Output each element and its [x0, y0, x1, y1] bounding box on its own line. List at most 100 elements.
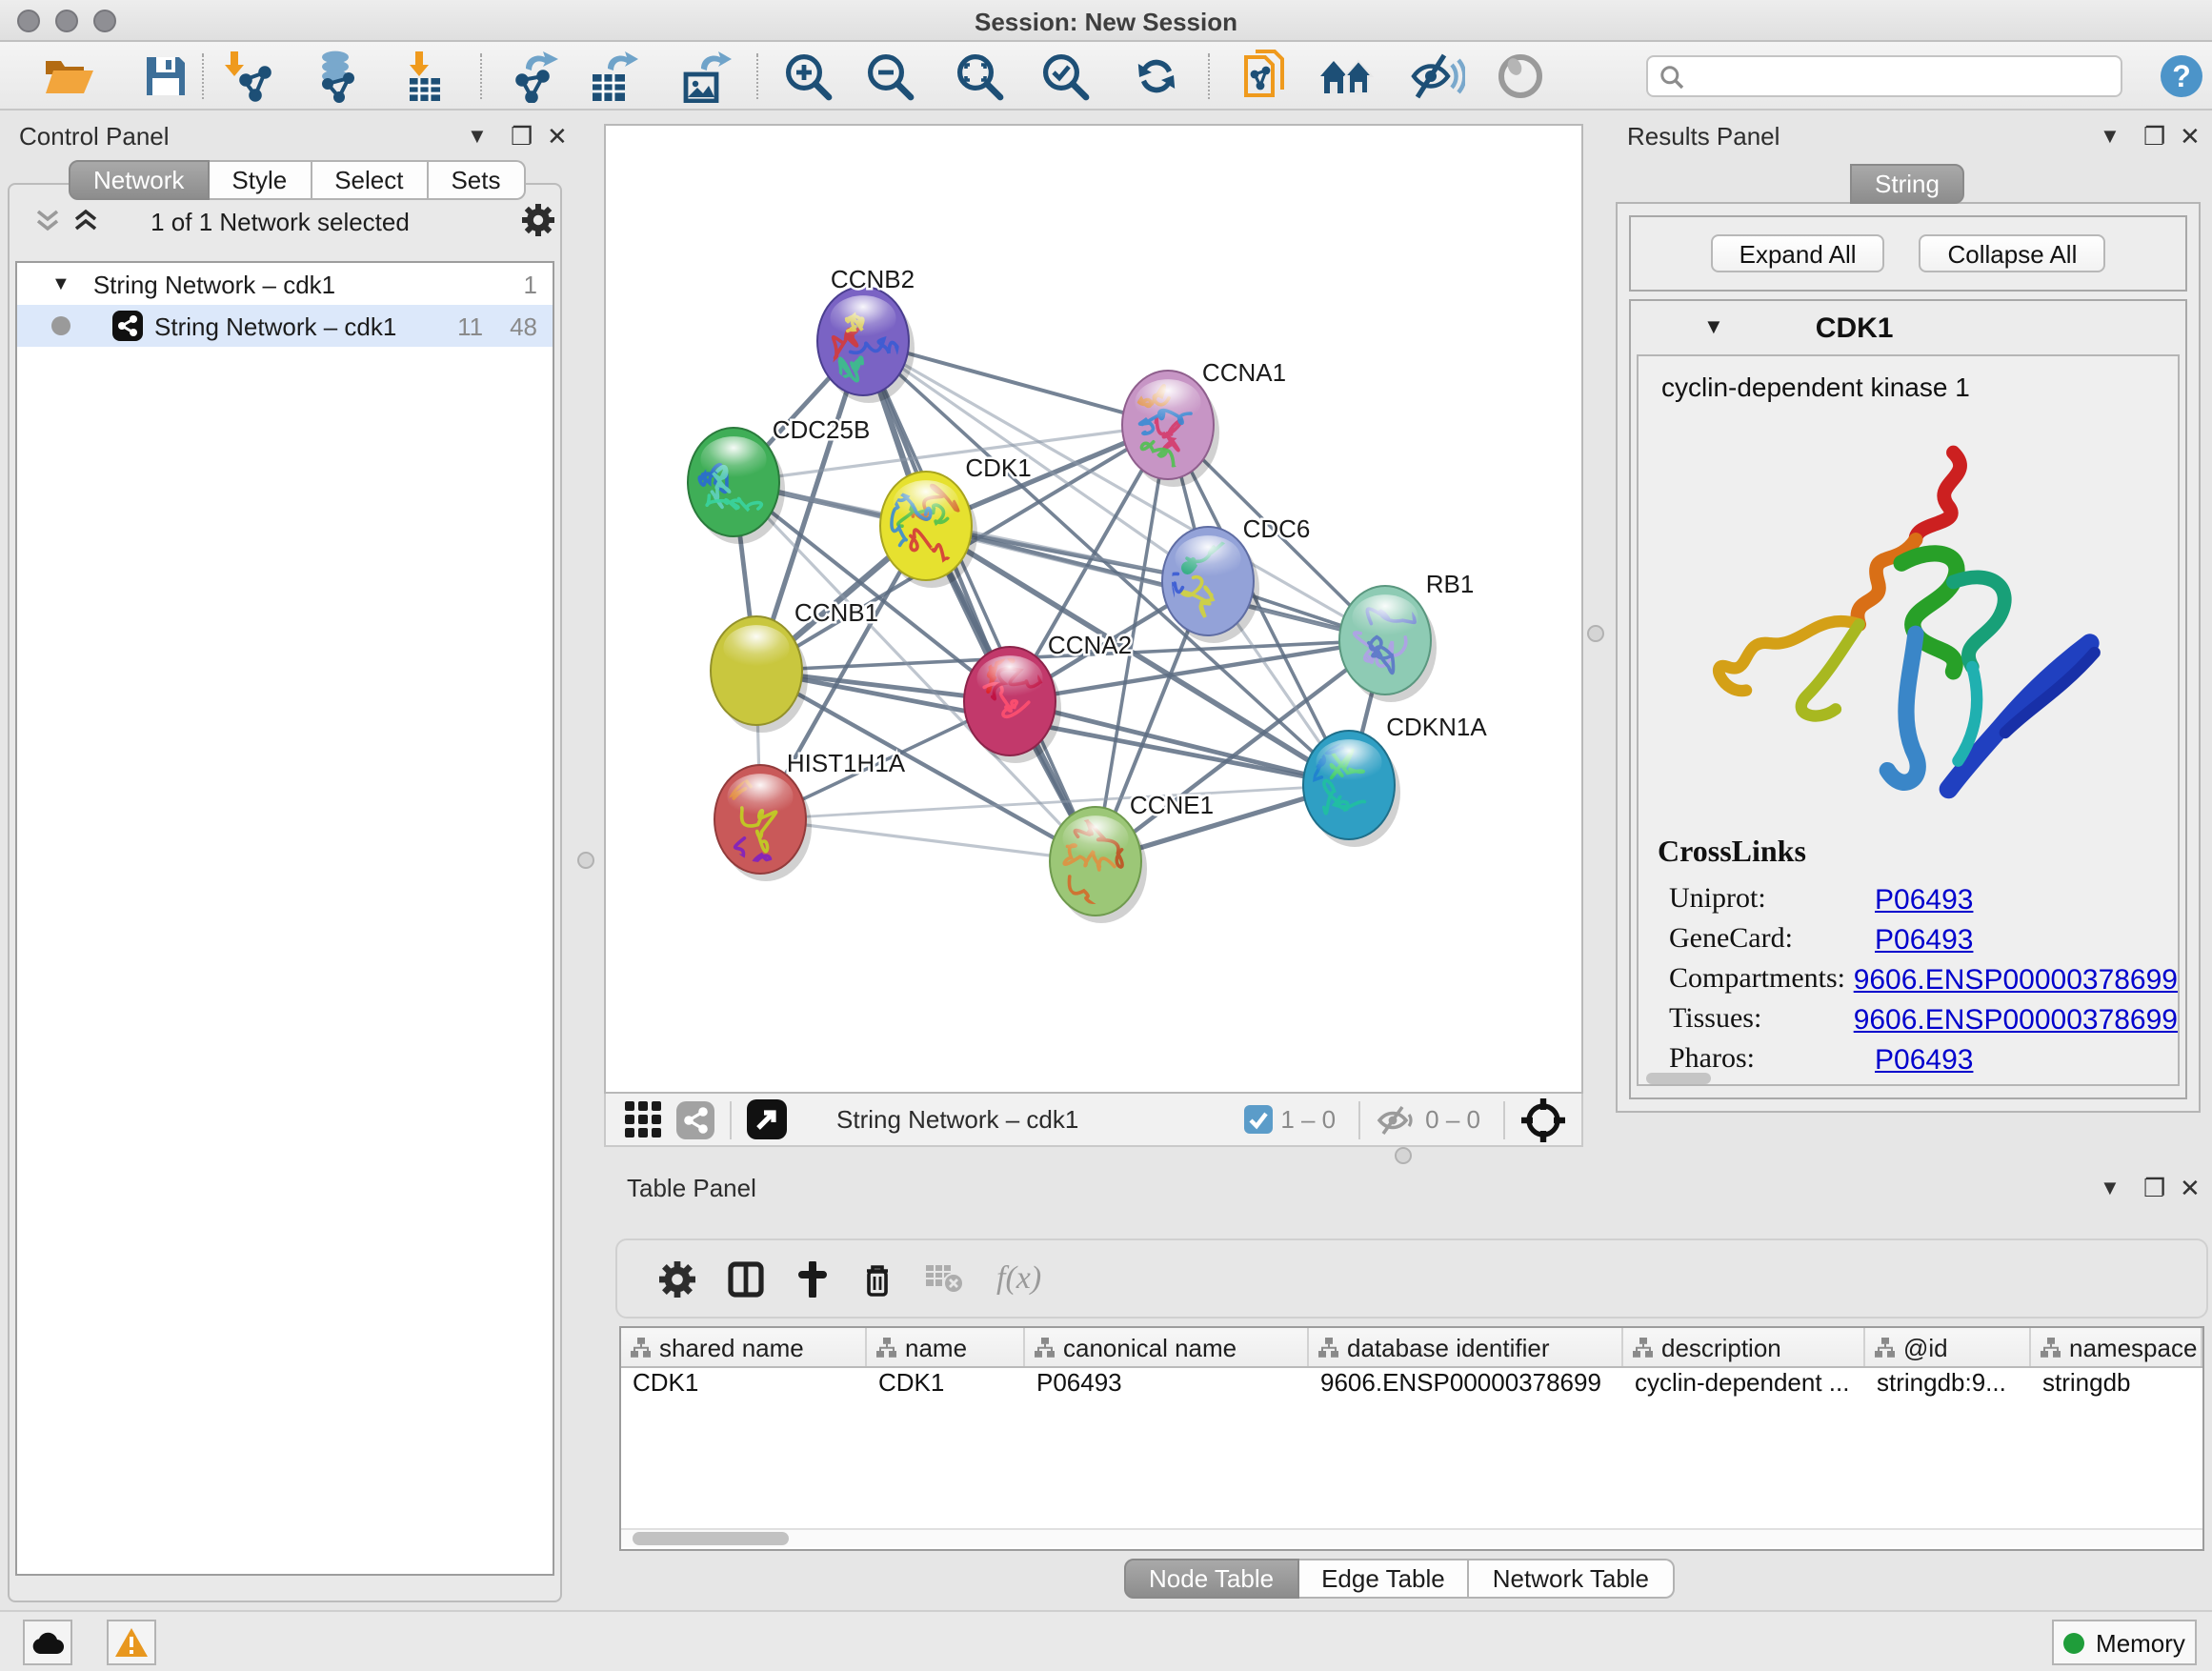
export-image-button[interactable]: [673, 48, 737, 105]
table-hscrollbar-thumb[interactable]: [633, 1532, 789, 1545]
column-header[interactable]: name: [867, 1328, 1025, 1366]
column-header[interactable]: description: [1623, 1328, 1865, 1366]
panel-float-icon[interactable]: ❐: [511, 122, 533, 152]
zoom-out-button[interactable]: [857, 48, 922, 105]
panel-close-icon[interactable]: ✕: [2180, 1174, 2201, 1204]
panel-menu-arrow-icon[interactable]: ▼: [2100, 126, 2121, 149]
node-table[interactable]: shared namenamecanonical namedatabase id…: [619, 1326, 2204, 1551]
hide-glass-effect-button[interactable]: [1404, 48, 1469, 105]
network-node[interactable]: [880, 472, 977, 588]
birdseye-grid-icon[interactable]: [625, 1101, 661, 1137]
node-label: CCNB1: [794, 598, 878, 627]
bottom-splitter-handle[interactable]: [1395, 1147, 1412, 1164]
crosslink-pharos-link[interactable]: P06493: [1875, 1044, 1973, 1077]
table-row[interactable]: CDK1CDK1P064939606.ENSP00000378699cyclin…: [621, 1368, 2202, 1408]
expand-all-button[interactable]: Expand All: [1711, 234, 1885, 272]
presentation-mode-button[interactable]: [1488, 48, 1553, 105]
crosslink-compartments-link[interactable]: 9606.ENSP00000378699: [1854, 964, 2178, 997]
panel-menu-arrow-icon[interactable]: ▼: [2100, 1178, 2121, 1200]
network-node[interactable]: [711, 765, 812, 881]
tab-style[interactable]: Style: [209, 160, 312, 200]
entry-hscrollbar-thumb[interactable]: [1646, 1073, 1711, 1084]
column-header[interactable]: database identifier: [1309, 1328, 1623, 1366]
tab-select[interactable]: Select: [312, 160, 428, 200]
search-input[interactable]: [1692, 61, 2109, 91]
show-columns-icon[interactable]: [728, 1260, 764, 1297]
tab-node-table[interactable]: Node Table: [1124, 1559, 1298, 1599]
delete-column-trash-icon[interactable]: [861, 1260, 894, 1297]
column-header[interactable]: canonical name: [1025, 1328, 1309, 1366]
export-network-button[interactable]: [501, 48, 566, 105]
zoom-fit-button[interactable]: [947, 48, 1012, 105]
panel-menu-arrow-icon[interactable]: ▼: [467, 126, 488, 149]
column-header[interactable]: @id: [1865, 1328, 2031, 1366]
table-options-gear-icon[interactable]: [659, 1260, 695, 1297]
network-node[interactable]: [1122, 371, 1219, 487]
network-node[interactable]: [1050, 807, 1147, 929]
save-session-button[interactable]: [133, 48, 198, 105]
create-column-plus-icon[interactable]: [796, 1260, 829, 1297]
tab-network-table[interactable]: Network Table: [1470, 1559, 1674, 1599]
network-share-icon-disabled[interactable]: [676, 1100, 714, 1138]
table-cell[interactable]: cyclin-dependent ...: [1623, 1368, 1865, 1408]
column-header[interactable]: namespace: [2031, 1328, 2202, 1366]
detach-view-icon[interactable]: [747, 1099, 787, 1139]
import-database-button[interactable]: [303, 48, 368, 105]
crosslink-genecard-link[interactable]: P06493: [1875, 924, 1973, 956]
network-options-gear-icon[interactable]: [522, 204, 554, 236]
table-cell[interactable]: stringdb: [2031, 1368, 2202, 1408]
crosslink-tissues-link[interactable]: 9606.ENSP00000378699: [1854, 1004, 2178, 1037]
tab-edge-table[interactable]: Edge Table: [1298, 1559, 1470, 1599]
table-cell[interactable]: CDK1: [621, 1368, 867, 1408]
panel-close-icon[interactable]: ✕: [547, 122, 568, 152]
network-node[interactable]: [964, 647, 1061, 763]
tree-network-row-selected[interactable]: String Network – cdk1 11 48: [17, 305, 553, 347]
open-session-button[interactable]: [36, 48, 101, 105]
network-edge[interactable]: [863, 341, 1096, 861]
table-hscrollbar[interactable]: [621, 1528, 2202, 1547]
zoom-in-button[interactable]: [775, 48, 840, 105]
refresh-layout-button[interactable]: [1124, 48, 1189, 105]
network-canvas[interactable]: CCNB2CCNA1CDC25BCDK1CDC6RB1CCNB1CCNA2CDK…: [604, 124, 1583, 1094]
network-node[interactable]: [1339, 582, 1437, 702]
collapse-all-icon[interactable]: [34, 208, 63, 234]
network-node[interactable]: [817, 287, 915, 403]
result-entry-header[interactable]: ▼ CDK1: [1631, 301, 2185, 354]
search-field[interactable]: [1646, 55, 2122, 97]
import-table-button[interactable]: [391, 48, 455, 105]
table-cell[interactable]: P06493: [1025, 1368, 1309, 1408]
collapse-all-button[interactable]: Collapse All: [1920, 234, 2106, 272]
warning-status-button[interactable]: [107, 1620, 156, 1665]
help-button[interactable]: ?: [2149, 48, 2212, 105]
tab-sets[interactable]: Sets: [428, 160, 525, 200]
duplicate-network-button[interactable]: [1233, 48, 1297, 105]
crosslink-uniprot-link[interactable]: P06493: [1875, 884, 1973, 916]
panel-close-icon[interactable]: ✕: [2180, 122, 2201, 152]
right-splitter-handle[interactable]: [1587, 625, 1604, 642]
network-node[interactable]: [1303, 731, 1400, 847]
entry-collapse-arrow-icon[interactable]: ▼: [1703, 316, 1724, 339]
tree-expand-arrow-icon[interactable]: ▼: [51, 273, 70, 294]
panel-float-icon[interactable]: ❐: [2143, 122, 2165, 152]
zoom-selected-button[interactable]: [1033, 48, 1097, 105]
network-node[interactable]: [711, 616, 808, 733]
left-splitter-handle[interactable]: [577, 852, 594, 869]
expand-all-icon[interactable]: [72, 208, 101, 234]
import-network-button[interactable]: [217, 48, 282, 105]
network-edge[interactable]: [760, 785, 1349, 819]
network-graph[interactable]: CCNB2CCNA1CDC25BCDK1CDC6RB1CCNB1CCNA2CDK…: [606, 126, 1581, 1092]
tab-network[interactable]: Network: [69, 160, 209, 200]
cloud-status-button[interactable]: [23, 1620, 72, 1665]
column-header[interactable]: shared name: [621, 1328, 867, 1366]
string-home-button[interactable]: [1315, 48, 1379, 105]
fit-selected-crosshair-icon[interactable]: [1520, 1097, 1566, 1142]
table-cell[interactable]: 9606.ENSP00000378699: [1309, 1368, 1623, 1408]
table-cell[interactable]: CDK1: [867, 1368, 1025, 1408]
selected-checkbox-icon[interactable]: [1244, 1105, 1273, 1134]
export-table-button[interactable]: [579, 48, 644, 105]
tree-root-row[interactable]: ▼ String Network – cdk1 1: [17, 263, 553, 305]
memory-button[interactable]: Memory: [2052, 1620, 2197, 1665]
tab-string[interactable]: String: [1850, 164, 1964, 204]
panel-float-icon[interactable]: ❐: [2143, 1174, 2165, 1204]
table-cell[interactable]: stringdb:9...: [1865, 1368, 2031, 1408]
